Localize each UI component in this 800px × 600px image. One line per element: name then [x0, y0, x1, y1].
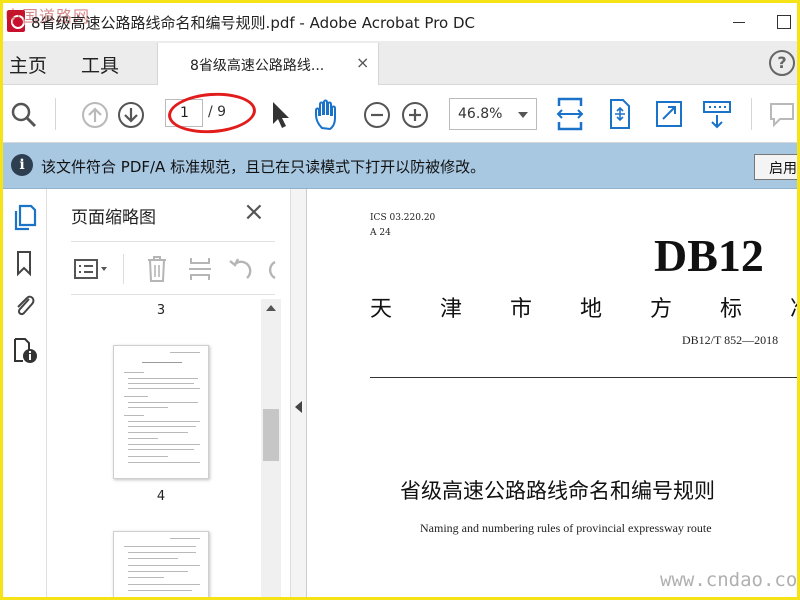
enable-editing-button[interactable]: 启用	[754, 154, 797, 180]
document-tab[interactable]: 8省级高速公路路线... ×	[157, 43, 379, 85]
watermark-bottom: www.cndao.com	[660, 569, 797, 591]
document-title-cn: 省级高速公路路线命名和编号规则	[400, 479, 715, 503]
standard-number: DB12/T 852—2018	[682, 333, 779, 347]
app-window: 中国道路网 8省级高速公路路线命名和编号规则.pdf - Adobe Acrob…	[0, 0, 800, 600]
standard-char: 准	[790, 291, 797, 323]
tool-separator	[123, 254, 124, 284]
zoom-level-value: 46.8%	[458, 106, 503, 122]
help-icon[interactable]: ?	[769, 50, 795, 76]
bookmark-icon[interactable]	[11, 249, 37, 277]
thumbnail-list: 3 4	[71, 299, 281, 597]
document-tab-label: 8省级高速公路路线...	[190, 58, 325, 74]
page-total: / 9	[208, 104, 227, 120]
thumbnail-page-number: 4	[156, 489, 166, 504]
chevron-down-icon	[518, 112, 528, 118]
keyboard-icon[interactable]	[701, 99, 733, 131]
tab-home[interactable]: 主页	[9, 51, 47, 78]
zoom-level-select[interactable]: 46.8%	[449, 98, 537, 130]
standard-type: 天津市地方标准	[370, 291, 797, 323]
standard-char: 地	[580, 297, 603, 322]
rotate-view-icon[interactable]	[605, 97, 633, 131]
document-properties-icon[interactable]	[11, 335, 37, 363]
pdf-page: ICS 03.220.20 A 24 DB12 天 津 市 地 方 标 准 DB12/T 8…	[308, 189, 797, 597]
tab-bar: 主页 工具 8省级高速公路路线... × ?	[3, 41, 797, 85]
banner-message: 该文件符合 PDF/A 标准规范，且已在只读模式下打开以防被修改。	[41, 158, 486, 176]
divider	[370, 377, 797, 378]
panel-splitter[interactable]	[291, 189, 307, 597]
minimize-button[interactable]	[721, 7, 757, 35]
previous-page-icon[interactable]	[81, 101, 109, 129]
page-number-input[interactable]: 1	[165, 99, 203, 127]
attachment-icon[interactable]	[11, 291, 37, 319]
toolbar-separator	[751, 98, 752, 130]
thumbnail-tools	[71, 241, 277, 295]
delete-page-icon[interactable]	[145, 254, 169, 284]
ics-code: ICS 03.220.20	[370, 213, 436, 223]
zoom-out-icon[interactable]	[363, 101, 391, 129]
extract-page-icon[interactable]	[187, 254, 213, 284]
thumbnails-panel: 页面缩略图 × 3 4	[47, 189, 291, 597]
left-rail	[3, 189, 47, 597]
fit-width-icon[interactable]	[555, 96, 585, 132]
hand-tool-icon[interactable]	[313, 98, 345, 132]
search-icon[interactable]	[9, 100, 39, 130]
close-panel-icon[interactable]: ×	[243, 199, 265, 225]
standard-char: 津	[440, 297, 463, 322]
window-title: 8省级高速公路路线命名和编号规则.pdf - Adobe Acrobat Pro…	[31, 14, 476, 32]
scroll-up-icon[interactable]	[266, 305, 276, 311]
select-cursor-icon[interactable]	[269, 100, 291, 130]
close-tab-icon[interactable]: ×	[356, 53, 369, 72]
document-view[interactable]: ICS 03.220.20 A 24 DB12 天 津 市 地 方 标 准 DB12/T 8…	[308, 189, 797, 597]
rotate-clockwise-icon[interactable]	[265, 256, 277, 284]
next-page-icon[interactable]	[117, 101, 145, 129]
thumbnail-page-number: 3	[156, 303, 166, 318]
standard-char: 标	[720, 297, 743, 322]
comment-icon[interactable]	[767, 100, 797, 128]
thumbnail-scrollbar[interactable]	[261, 299, 281, 597]
toolbar: 1 / 9 46.8%	[3, 86, 797, 143]
standard-char: 天	[370, 297, 393, 322]
info-banner: i 该文件符合 PDF/A 标准规范，且已在只读模式下打开以防被修改。 启用	[3, 143, 797, 189]
collapse-arrow-icon[interactable]	[295, 401, 302, 413]
maximize-button[interactable]	[765, 7, 797, 35]
full-screen-icon[interactable]	[655, 99, 683, 129]
standard-char: 市	[510, 297, 533, 322]
rotate-counterclockwise-icon[interactable]	[227, 256, 255, 284]
scroll-thumb[interactable]	[263, 409, 279, 461]
standard-char: 方	[650, 297, 673, 322]
thumbnail-page[interactable]	[113, 345, 209, 479]
title-bar: 中国道路网 8省级高速公路路线命名和编号规则.pdf - Adobe Acrob…	[3, 3, 797, 41]
document-title-en: Naming and numbering rules of provincial…	[420, 521, 712, 535]
thumbnail-page[interactable]	[113, 531, 209, 597]
options-menu-icon[interactable]	[73, 256, 111, 282]
class-code: A 24	[370, 228, 391, 238]
zoom-in-icon[interactable]	[401, 101, 429, 129]
page-thumbnails-icon[interactable]	[11, 203, 37, 231]
info-icon: i	[11, 154, 33, 176]
toolbar-separator	[55, 98, 56, 130]
panel-title: 页面缩略图	[71, 208, 156, 228]
tab-tools[interactable]: 工具	[81, 51, 119, 78]
db-code: DB12	[654, 230, 764, 281]
